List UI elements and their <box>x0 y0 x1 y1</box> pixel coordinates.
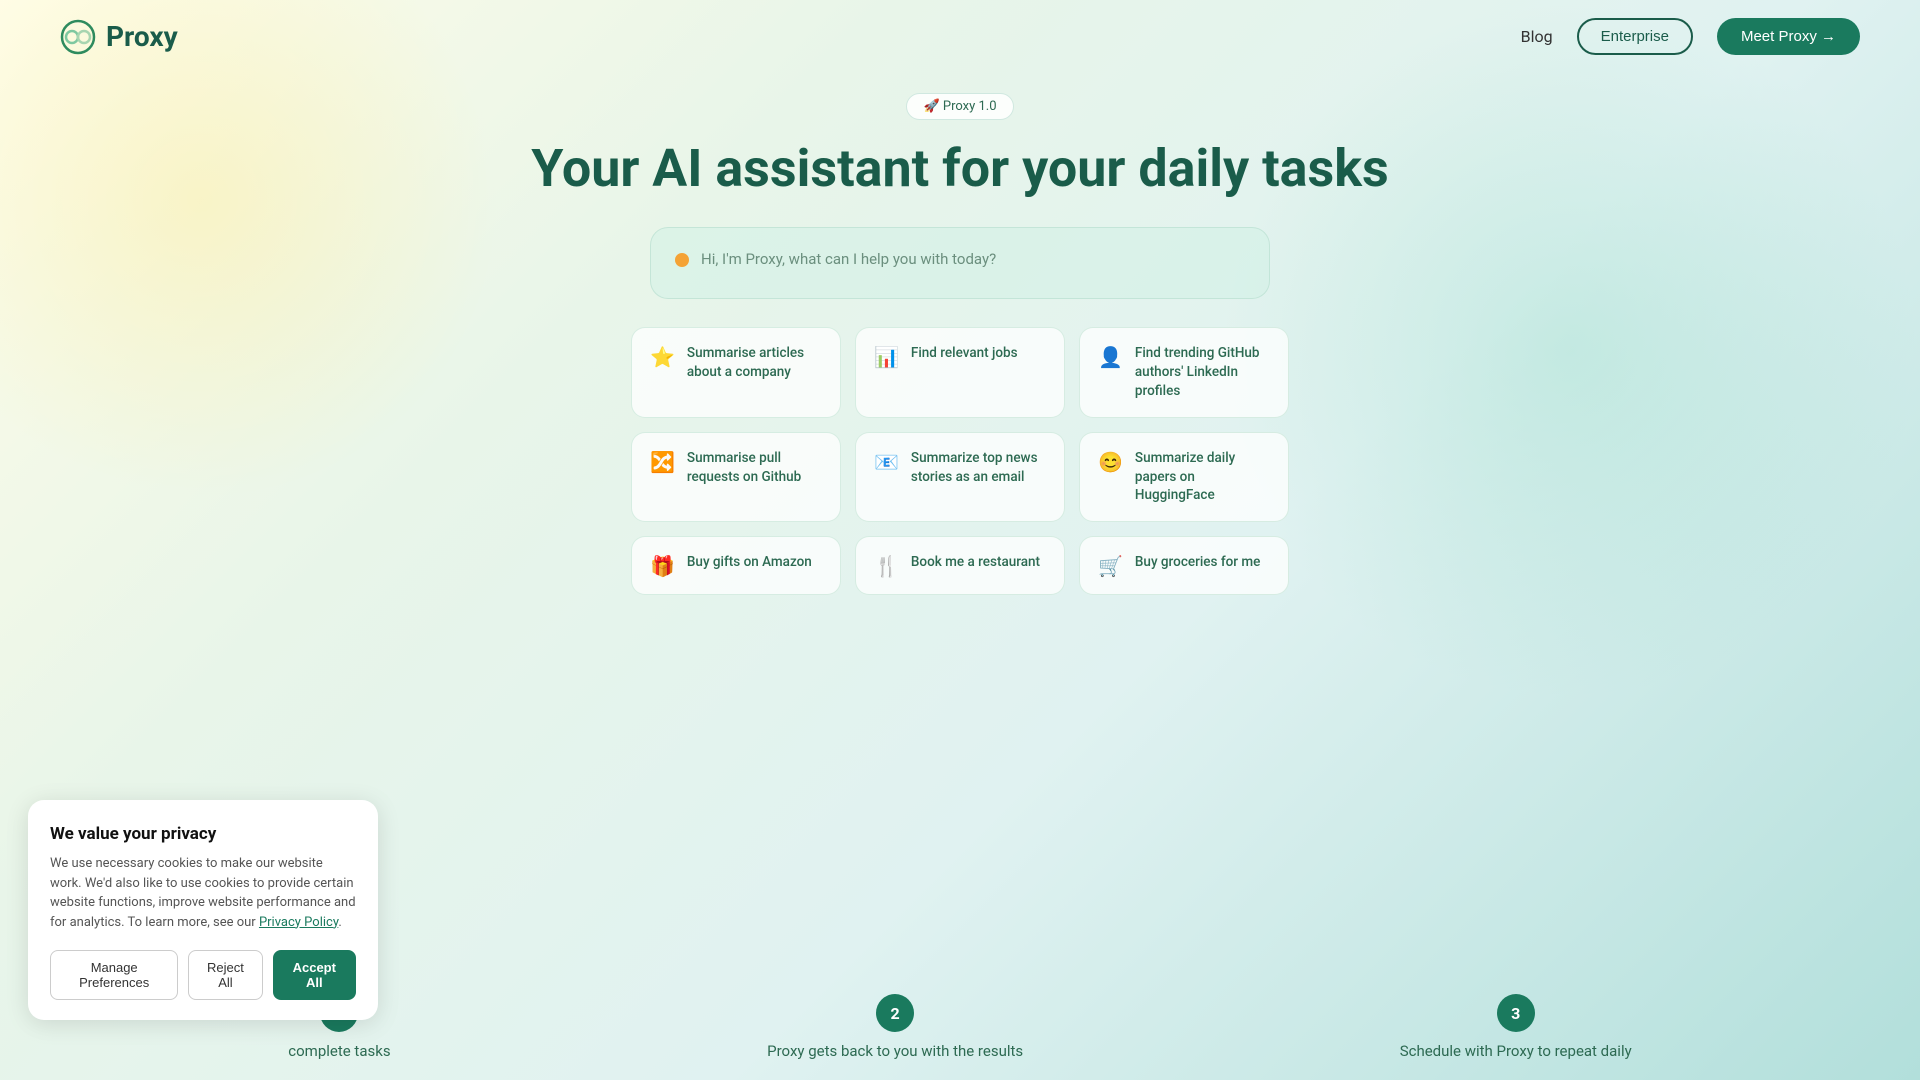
suggestion-card-8[interactable]: 🛒 Buy groceries for me <box>1079 536 1289 595</box>
step-text-1: Proxy gets back to you with the results <box>767 1042 1023 1060</box>
accept-all-button[interactable]: Accept All <box>273 950 356 1000</box>
suggestion-text-5: Summarize daily papers on HuggingFace <box>1135 449 1270 506</box>
chat-placeholder: Hi, I'm Proxy, what can I help you with … <box>701 250 996 268</box>
suggestion-icon-0: ⭐ <box>650 345 675 369</box>
blog-link[interactable]: Blog <box>1521 27 1553 46</box>
enterprise-button[interactable]: Enterprise <box>1577 18 1693 55</box>
suggestion-text-0: Summarise articles about a company <box>687 344 822 382</box>
step-text-0: complete tasks <box>288 1042 390 1060</box>
chat-box[interactable]: Hi, I'm Proxy, what can I help you with … <box>650 227 1270 299</box>
suggestion-text-4: Summarize top news stories as an email <box>911 449 1046 487</box>
reject-all-button[interactable]: Reject All <box>188 950 262 1000</box>
suggestion-card-2[interactable]: 👤 Find trending GitHub authors' LinkedIn… <box>1079 327 1289 418</box>
step-text-2: Schedule with Proxy to repeat daily <box>1400 1042 1632 1060</box>
step-item-1: 2 Proxy gets back to you with the result… <box>767 994 1023 1060</box>
cookie-body: We use necessary cookies to make our web… <box>50 854 356 932</box>
suggestion-icon-6: 🎁 <box>650 554 675 578</box>
suggestion-icon-1: 📊 <box>874 345 899 369</box>
manage-preferences-button[interactable]: Manage Preferences <box>50 950 178 1000</box>
step-item-2: 3 Schedule with Proxy to repeat daily <box>1400 994 1632 1060</box>
hero-section: 🚀 Proxy 1.0 Your AI assistant for your d… <box>0 73 1920 595</box>
privacy-policy-link[interactable]: Privacy Policy <box>259 915 338 930</box>
suggestion-text-7: Book me a restaurant <box>911 553 1040 572</box>
suggestion-icon-3: 🔀 <box>650 450 675 474</box>
cookie-banner: We value your privacy We use necessary c… <box>28 800 378 1020</box>
suggestion-card-7[interactable]: 🍴 Book me a restaurant <box>855 536 1065 595</box>
suggestion-card-1[interactable]: 📊 Find relevant jobs <box>855 327 1065 418</box>
suggestion-icon-8: 🛒 <box>1098 554 1123 578</box>
meet-proxy-button[interactable]: Meet Proxy → <box>1717 18 1860 55</box>
suggestion-card-0[interactable]: ⭐ Summarise articles about a company <box>631 327 841 418</box>
logo[interactable]: Proxy <box>60 19 178 55</box>
logo-icon <box>60 19 96 55</box>
suggestion-text-6: Buy gifts on Amazon <box>687 553 812 572</box>
version-badge: 🚀 Proxy 1.0 <box>906 93 1013 120</box>
suggestion-card-3[interactable]: 🔀 Summarise pull requests on Github <box>631 432 841 523</box>
cookie-buttons: Manage Preferences Reject All Accept All <box>50 950 356 1000</box>
suggestion-card-6[interactable]: 🎁 Buy gifts on Amazon <box>631 536 841 595</box>
chat-input-line: Hi, I'm Proxy, what can I help you with … <box>675 250 1245 268</box>
suggestion-card-5[interactable]: 😊 Summarize daily papers on HuggingFace <box>1079 432 1289 523</box>
suggestion-icon-4: 📧 <box>874 450 899 474</box>
cookie-title: We value your privacy <box>50 824 356 844</box>
suggestion-text-1: Find relevant jobs <box>911 344 1018 363</box>
suggestion-text-3: Summarise pull requests on Github <box>687 449 822 487</box>
suggestion-icon-5: 😊 <box>1098 450 1123 474</box>
suggestion-grid: ⭐ Summarise articles about a company 📊 F… <box>631 327 1289 595</box>
suggestion-card-4[interactable]: 📧 Summarize top news stories as an email <box>855 432 1065 523</box>
badge-text: 🚀 Proxy 1.0 <box>923 99 996 114</box>
suggestion-icon-2: 👤 <box>1098 345 1123 369</box>
chat-dot <box>675 253 689 267</box>
step-number-2: 3 <box>1497 994 1535 1032</box>
hero-title: Your AI assistant for your daily tasks <box>531 138 1388 199</box>
suggestion-text-8: Buy groceries for me <box>1135 553 1260 572</box>
suggestion-text-2: Find trending GitHub authors' LinkedIn p… <box>1135 344 1270 401</box>
nav-right: Blog Enterprise Meet Proxy → <box>1521 18 1860 55</box>
step-number-1: 2 <box>876 994 914 1032</box>
suggestion-icon-7: 🍴 <box>874 554 899 578</box>
logo-text: Proxy <box>106 20 178 53</box>
navbar: Proxy Blog Enterprise Meet Proxy → <box>0 0 1920 73</box>
